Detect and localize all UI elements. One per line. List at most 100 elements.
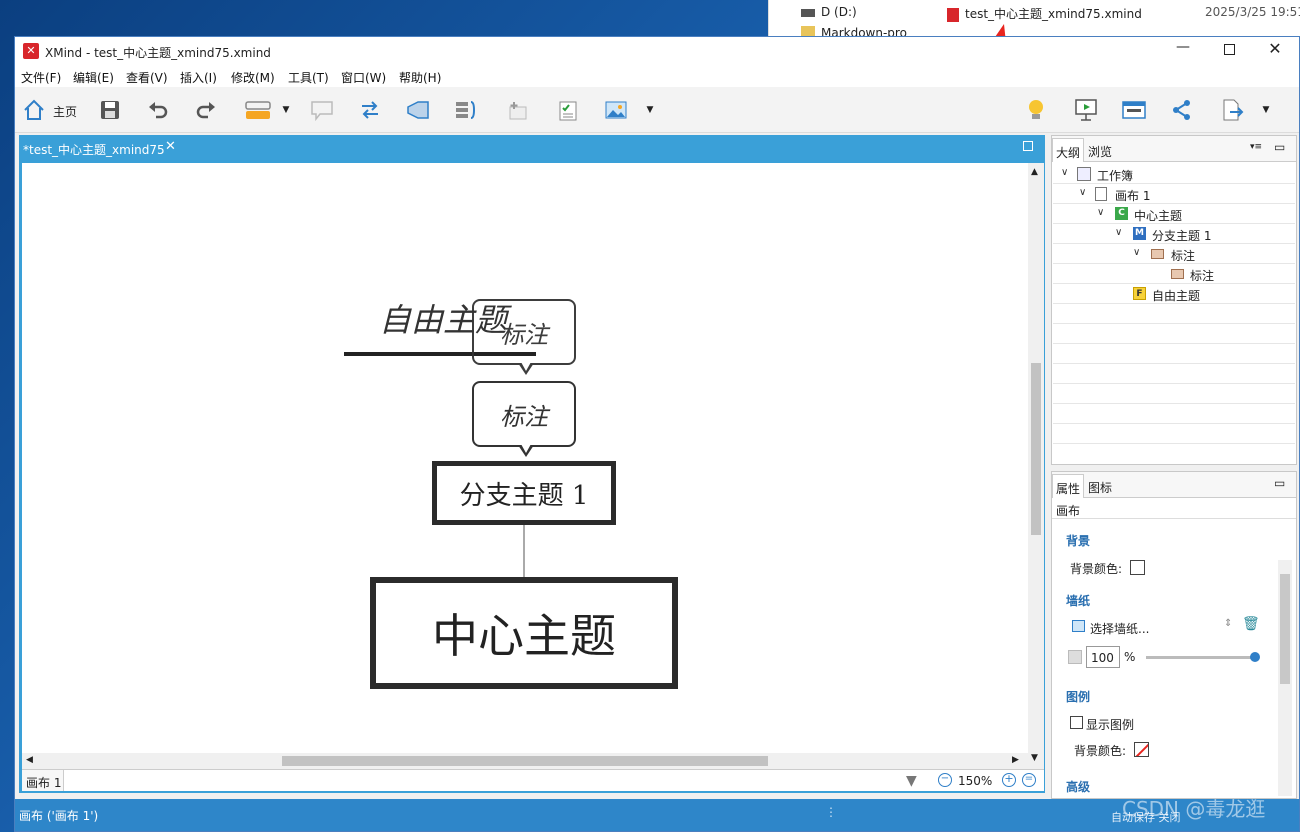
insert-image-button[interactable]	[603, 97, 629, 123]
scroll-right-icon[interactable]: ▶	[1012, 755, 1019, 765]
insert-topic-button[interactable]	[243, 97, 273, 123]
tab-icons[interactable]: 图标	[1088, 479, 1112, 496]
export-button[interactable]	[1219, 97, 1245, 123]
central-topic[interactable]: 中心主题	[370, 577, 678, 689]
tree-item-callout-child[interactable]: 标注	[1053, 264, 1295, 284]
tree-label: 画布 1	[1115, 189, 1151, 203]
topic-dropdown[interactable]: ▼	[279, 97, 293, 123]
maximize-button[interactable]	[1217, 41, 1241, 63]
redo-button[interactable]	[193, 97, 219, 123]
wallpaper-image-icon	[1072, 620, 1085, 632]
opacity-value: 100	[1091, 651, 1114, 665]
tree-item-branch[interactable]: ∨ M 分支主题 1	[1053, 224, 1295, 244]
chevron-down-icon[interactable]: ∨	[1115, 227, 1122, 238]
vertical-scrollbar[interactable]: ▲ ▼	[1028, 163, 1044, 769]
close-button[interactable]: ✕	[1263, 39, 1287, 61]
opacity-input[interactable]: 100	[1086, 646, 1120, 668]
tab-outline[interactable]: 大纲	[1052, 138, 1084, 162]
tree-item-free-topic[interactable]: F 自由主题	[1053, 284, 1295, 304]
sheet-tab[interactable]: 画布 1	[22, 770, 64, 791]
tab-properties[interactable]: 属性	[1052, 474, 1084, 498]
watermark-text: CSDN @毒龙逛	[1122, 797, 1266, 821]
note-button[interactable]	[505, 97, 531, 123]
zoom-in-icon[interactable]: +	[1002, 773, 1016, 787]
horizontal-scrollbar[interactable]: ◀ ▶	[22, 753, 1028, 769]
xmind-window: ✕ XMind - test_中心主题_xmind75.xmind — ✕ 文件…	[14, 36, 1300, 832]
tree-item-workbook[interactable]: ∨ 工作簿	[1053, 164, 1295, 184]
status-separator: ⋮	[825, 805, 837, 819]
scroll-down-icon[interactable]: ▼	[1031, 753, 1038, 763]
scroll-left-icon[interactable]: ◀	[26, 755, 33, 765]
maximize-editor-icon[interactable]	[1023, 141, 1033, 151]
menu-help[interactable]: 帮助(H)	[399, 69, 441, 86]
summary-button[interactable]	[453, 97, 479, 123]
menu-window[interactable]: 窗口(W)	[341, 69, 386, 86]
section-background: 背景	[1066, 534, 1091, 548]
wallpaper-spinner-icon[interactable]: ⇕	[1224, 618, 1232, 629]
boundary-button[interactable]	[405, 97, 431, 123]
menu-modify[interactable]: 修改(M)	[231, 69, 275, 86]
props-scroll-thumb[interactable]	[1280, 574, 1290, 684]
minimize-panel-icon[interactable]: ▭	[1274, 476, 1285, 490]
menu-tools[interactable]: 工具(T)	[288, 69, 329, 86]
window-title: XMind - test_中心主题_xmind75.xmind	[45, 46, 271, 60]
branch-topic[interactable]: 分支主题 1	[432, 461, 616, 525]
bg-color-swatch[interactable]	[1130, 560, 1145, 575]
opacity-unit: %	[1124, 650, 1136, 664]
minimize-panel-icon[interactable]: ▭	[1274, 140, 1285, 154]
chevron-down-icon[interactable]: ∨	[1079, 187, 1086, 198]
callout-middle[interactable]: 标注	[472, 381, 576, 457]
tree-empty-row	[1053, 304, 1295, 324]
lightbulb-icon	[1029, 100, 1043, 119]
mind-map-canvas[interactable]: 自由主题 标注 标注 分支主题 1 中心主题	[22, 163, 1028, 753]
tab-browse[interactable]: 浏览	[1088, 143, 1112, 160]
home-button[interactable]	[21, 97, 47, 123]
scroll-up-icon[interactable]: ▲	[1031, 167, 1038, 177]
outline-panel: 大纲 浏览 ▾≡ ▭ ∨ 工作簿 ∨ 画布 1 ∨ C 中心主题 ∨ M 分支主…	[1051, 135, 1297, 465]
gantt-button[interactable]	[1121, 97, 1147, 123]
tree-item-sheet[interactable]: ∨ 画布 1	[1053, 184, 1295, 204]
horizontal-scroll-thumb[interactable]	[282, 756, 768, 766]
chevron-down-icon[interactable]: ∨	[1133, 247, 1140, 258]
export-dropdown[interactable]: ▼	[1259, 97, 1273, 123]
image-dropdown[interactable]: ▼	[643, 97, 657, 123]
presentation-button[interactable]	[1073, 97, 1099, 123]
brainstorm-button[interactable]	[1023, 97, 1049, 123]
relationship-button[interactable]	[357, 97, 383, 123]
chevron-down-icon[interactable]: ∨	[1097, 207, 1104, 218]
choose-wallpaper-button[interactable]: 选择墙纸...	[1090, 620, 1149, 637]
home-icon	[24, 99, 44, 120]
menu-edit[interactable]: 编辑(E)	[73, 69, 114, 86]
tree-item-central[interactable]: ∨ C 中心主题	[1053, 204, 1295, 224]
callout-button[interactable]	[309, 97, 335, 123]
opacity-icon	[1068, 650, 1082, 664]
show-legend-checkbox[interactable]	[1070, 716, 1083, 729]
legend-bg-swatch[interactable]	[1134, 742, 1149, 757]
callout-top[interactable]: 标注	[472, 299, 576, 375]
props-scrollbar[interactable]	[1278, 560, 1292, 796]
task-button[interactable]	[555, 97, 581, 123]
tree-item-callout[interactable]: ∨ 标注	[1053, 244, 1295, 264]
menu-file[interactable]: 文件(F)	[21, 69, 61, 86]
opacity-slider-track[interactable]	[1146, 656, 1258, 659]
maximize-icon	[1223, 44, 1235, 55]
callout-icon	[1171, 269, 1184, 279]
menu-insert[interactable]: 插入(I)	[180, 69, 217, 86]
menu-view[interactable]: 查看(V)	[126, 69, 168, 86]
filter-icon[interactable]: ▼	[906, 773, 917, 789]
undo-button[interactable]	[145, 97, 171, 123]
view-menu-icon[interactable]: ▾≡	[1250, 142, 1262, 152]
minimize-button[interactable]: —	[1171, 39, 1195, 61]
editor-tab[interactable]: *test_中心主题_xmind75 ✕	[19, 135, 183, 161]
tree-label: 中心主题	[1134, 209, 1183, 223]
zoom-out-icon[interactable]: −	[938, 773, 952, 787]
vertical-scroll-thumb[interactable]	[1031, 363, 1041, 535]
trash-icon[interactable]: 🗑	[1242, 616, 1260, 632]
share-button[interactable]	[1169, 97, 1195, 123]
opacity-slider-handle[interactable]	[1250, 652, 1260, 662]
save-button[interactable]	[97, 97, 123, 123]
chevron-down-icon[interactable]: ∨	[1061, 167, 1068, 178]
tree-empty-row	[1053, 384, 1295, 404]
tab-close-icon[interactable]: ✕	[165, 139, 176, 154]
fit-zoom-icon[interactable]: =	[1022, 773, 1036, 787]
